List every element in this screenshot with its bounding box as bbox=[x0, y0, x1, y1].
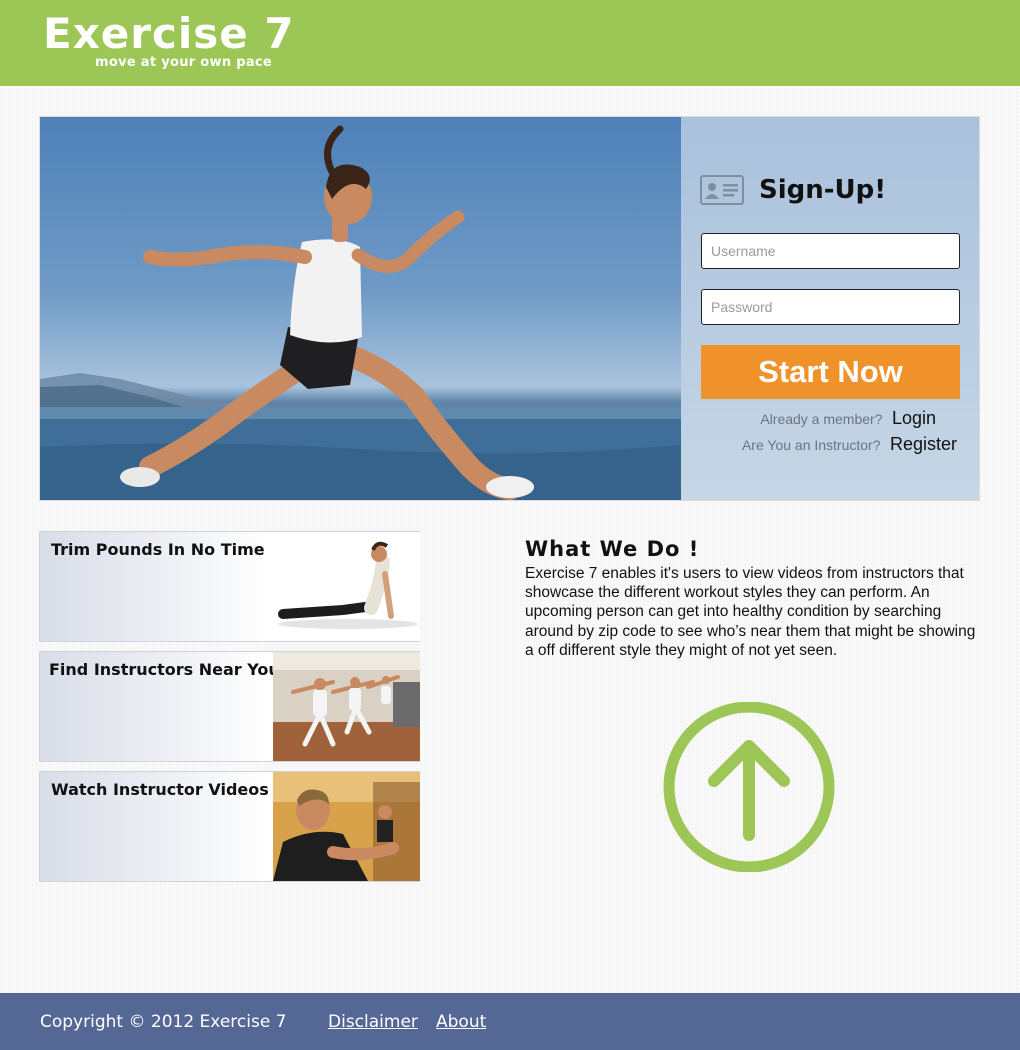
id-card-icon bbox=[700, 175, 744, 205]
about-title: What We Do ! bbox=[525, 537, 700, 561]
site-tagline: move at your own pace bbox=[95, 55, 273, 70]
feature-label: Watch Instructor Videos bbox=[51, 780, 269, 799]
start-now-button[interactable]: Start Now bbox=[701, 345, 960, 399]
runner-photo bbox=[40, 117, 681, 500]
feature-label: Find Instructors Near You bbox=[49, 660, 280, 679]
site-header: Exercise 7 move at your own pace bbox=[0, 0, 1020, 86]
password-field[interactable] bbox=[701, 289, 960, 325]
hero-banner: Sign-Up! Start Now Already a member? Log… bbox=[39, 116, 980, 501]
site-footer: Copyright © 2012 Exercise 7 Disclaimer A… bbox=[0, 993, 1020, 1050]
site-logo[interactable]: Exercise 7 bbox=[43, 8, 295, 60]
login-link[interactable]: Login bbox=[892, 408, 936, 428]
arrow-up-circle-icon[interactable] bbox=[661, 702, 837, 872]
about-link[interactable]: About bbox=[436, 1012, 486, 1032]
username-field[interactable] bbox=[701, 233, 960, 269]
member-question: Already a member? bbox=[760, 411, 883, 427]
yoga-pose-photo bbox=[273, 532, 420, 641]
disclaimer-link[interactable]: Disclaimer bbox=[328, 1012, 418, 1032]
instructor-photo bbox=[273, 772, 420, 881]
signup-panel: Sign-Up! Start Now Already a member? Log… bbox=[681, 117, 979, 500]
feature-tile-find-instructors[interactable]: Find Instructors Near You bbox=[39, 651, 420, 762]
group-class-photo bbox=[273, 652, 420, 761]
login-row: Already a member? Login bbox=[760, 408, 936, 429]
feature-tile-watch-videos[interactable]: Watch Instructor Videos bbox=[39, 771, 420, 882]
instructor-question: Are You an Instructor? bbox=[741, 437, 881, 453]
about-body: Exercise 7 enables it's users to view vi… bbox=[525, 565, 976, 659]
signup-title: Sign-Up! bbox=[759, 175, 887, 205]
feature-tile-trim-pounds[interactable]: Trim Pounds In No Time bbox=[39, 531, 420, 642]
register-row: Are You an Instructor? Register bbox=[742, 434, 957, 455]
copyright-text: Copyright © 2012 Exercise 7 bbox=[40, 1012, 287, 1032]
feature-label: Trim Pounds In No Time bbox=[51, 540, 265, 559]
register-link[interactable]: Register bbox=[890, 434, 957, 454]
